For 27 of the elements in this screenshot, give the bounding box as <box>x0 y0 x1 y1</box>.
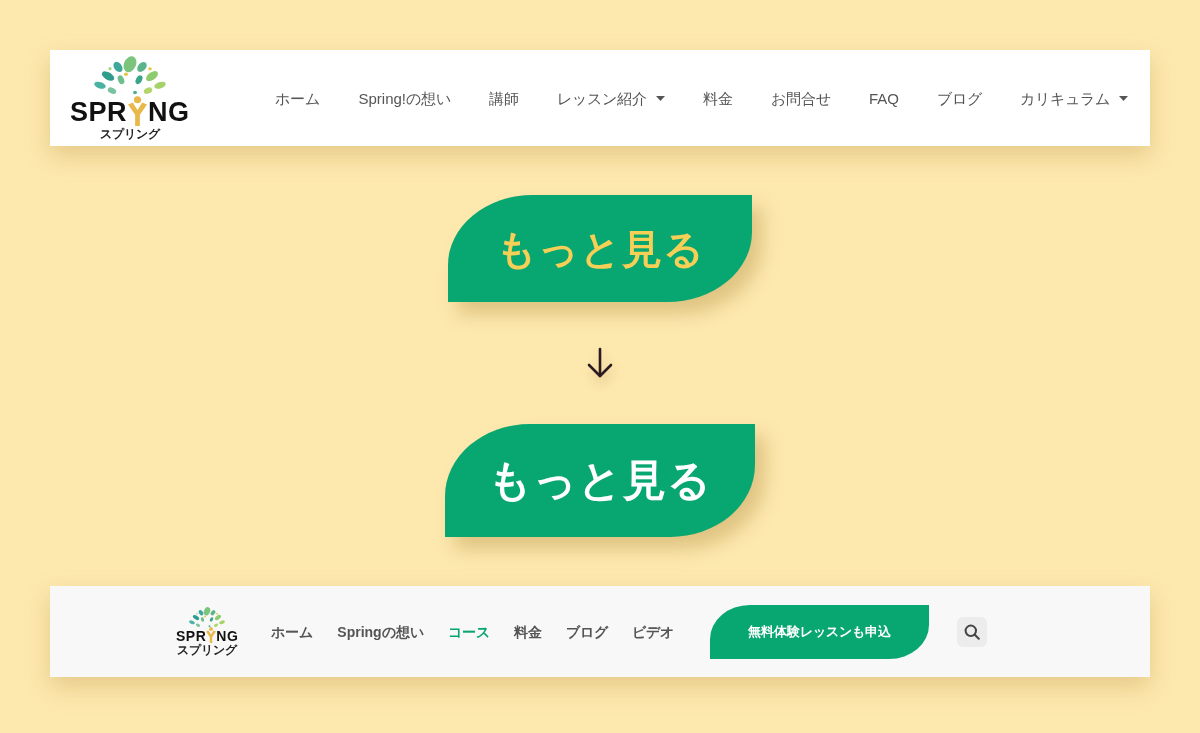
nav-link[interactable]: カリキュラム <box>1020 90 1128 106</box>
logo-wordmark: NG <box>148 99 190 126</box>
person-figure-icon <box>128 96 148 126</box>
person-figure-icon <box>206 627 217 643</box>
arrow-down-icon <box>586 347 614 379</box>
nav-link[interactable]: ビデオ <box>631 624 674 639</box>
nav-link[interactable]: Spring!の想い <box>358 90 451 106</box>
nav-link[interactable]: お問合せ <box>771 90 831 106</box>
nav-link[interactable]: 料金 <box>513 624 542 639</box>
nav-link[interactable]: ホーム <box>271 624 314 639</box>
search-icon <box>963 623 980 640</box>
nav-link[interactable]: 講師 <box>489 90 519 106</box>
search-button[interactable] <box>956 616 987 647</box>
logo-wordmark: SPR <box>176 629 207 643</box>
nav-link[interactable]: 料金 <box>703 90 733 106</box>
logo-subtitle: スプリング <box>177 644 238 656</box>
nav-link[interactable]: Springの想い <box>337 624 424 639</box>
nav-link[interactable]: ブログ <box>565 624 608 639</box>
nav-link[interactable]: ブログ <box>937 90 982 106</box>
logo-wordmark: SPR <box>70 99 128 126</box>
nav-link[interactable]: FAQ <box>869 90 899 106</box>
caret-down-icon <box>656 95 665 101</box>
logo-subtitle: スプリング <box>99 128 160 140</box>
nav-link[interactable]: レッスン紹介 <box>557 90 665 106</box>
logo-wordmark: NG <box>216 629 239 643</box>
nav-link[interactable]: ホーム <box>275 90 321 106</box>
caret-down-icon <box>1119 95 1128 101</box>
